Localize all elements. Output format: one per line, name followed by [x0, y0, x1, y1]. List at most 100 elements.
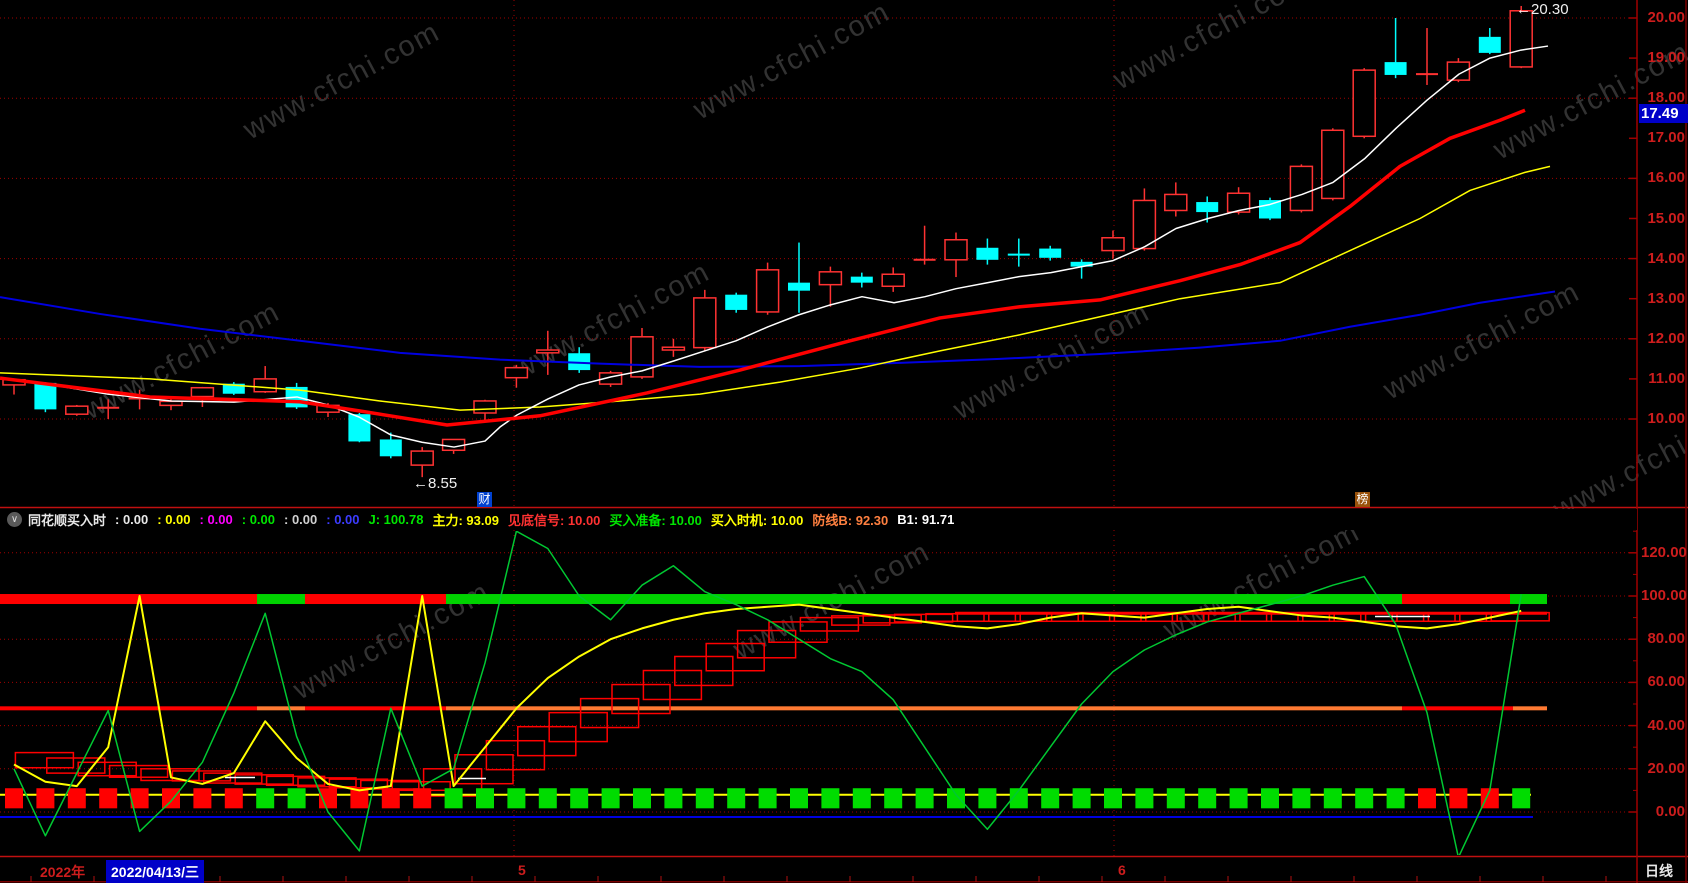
ladder-box: [1333, 612, 1393, 623]
candle-up: [441, 438, 466, 452]
signal-block: [1166, 788, 1185, 809]
indicator-value-field: : 0.00: [157, 512, 191, 527]
indicator-axis-label: 60.00: [1647, 673, 1685, 691]
signal-block: [664, 788, 683, 809]
candle-up: [755, 269, 780, 313]
mid-signal-line: [1513, 706, 1547, 711]
candle-down: [788, 282, 810, 291]
candle-down: [379, 439, 402, 457]
watermark: www.cfchi.com: [237, 16, 445, 147]
price-axis-label: 10.00: [1647, 410, 1685, 427]
signal-block: [476, 788, 494, 809]
signal-block: [193, 788, 212, 809]
signal-block: [1386, 788, 1405, 809]
mid-signal-line: [305, 706, 446, 711]
top-signal-bar: [1402, 594, 1510, 605]
indicator-value-field: : 0.00: [326, 512, 360, 527]
signal-block: [852, 788, 871, 809]
indicator-value-field: B1: 91.71: [897, 512, 955, 527]
signal-block: [978, 788, 997, 809]
chart-canvas[interactable]: www.cfchi.com www.cfchi.com www.cfchi.comw…: [0, 0, 1688, 883]
candle-up: [661, 346, 686, 351]
top-signal-bar: [257, 594, 305, 605]
signal-block: [256, 788, 275, 809]
signal-block: [1512, 788, 1531, 809]
mid-signal-line: [0, 706, 257, 711]
candle-up: [536, 349, 560, 354]
candle-up: [1101, 236, 1125, 252]
signal-block: [1418, 788, 1436, 809]
candle-up: [1164, 193, 1188, 212]
indicator-value-field: 同花顺买入时: [28, 513, 107, 528]
signal-block: [821, 788, 840, 809]
signal-block: [570, 788, 589, 809]
candle-down: [348, 414, 371, 442]
signal-block: [224, 788, 243, 809]
candle-down: [850, 276, 873, 283]
event-marker-tag[interactable]: 榜: [1355, 492, 1370, 507]
period-button[interactable]: 日线: [1645, 861, 1673, 881]
signal-block: [1041, 788, 1060, 809]
price-axis-label: 11.00: [1648, 369, 1685, 387]
signal-block: [162, 788, 180, 809]
indicator-axis-label: 120.00: [1641, 543, 1687, 561]
candle-down: [1039, 248, 1062, 258]
signal-block: [36, 788, 55, 809]
watermark: www.cfchi.com: [1107, 0, 1315, 97]
signal-block: [1292, 788, 1311, 809]
indicator-axis-label: 40.00: [1647, 716, 1685, 734]
event-marker-tag[interactable]: 财: [477, 492, 492, 507]
selected-date-box: 2022/04/13/三: [106, 860, 204, 883]
signal-block: [601, 788, 620, 809]
candle-up: [944, 239, 968, 261]
signal-block: [790, 788, 808, 809]
signal-block: [915, 788, 934, 809]
signal-block: [1229, 788, 1248, 809]
signal-block: [444, 788, 463, 809]
candle-down: [976, 247, 999, 260]
candle-up: [881, 273, 905, 288]
candle-up: [410, 450, 434, 466]
trading-app-window: www.cfchi.com www.cfchi.com www.cfchi.com w…: [0, 0, 1688, 883]
candle-up: [818, 271, 843, 286]
top-signal-bar: [446, 594, 1402, 605]
candle-down: [725, 294, 748, 310]
signal-block: [5, 788, 23, 809]
price-axis-label: 20.00: [1647, 9, 1685, 26]
top-signal-bar: [1510, 594, 1547, 605]
watermark: www.cfchi.com: [1377, 276, 1585, 407]
axis-year-label: 2022年: [40, 864, 86, 880]
indicator-value-field: 防线B: 92.30: [812, 513, 889, 528]
candle-up: [1289, 165, 1314, 212]
candle-up: [473, 400, 497, 414]
indicator-value-field: 买入准备: 10.00: [609, 513, 702, 528]
signal-block: [727, 788, 746, 809]
indicator-value-field: 主力: 93.09: [432, 513, 499, 528]
price-axis-label: 13.00: [1647, 289, 1685, 307]
indicator-value-field: : 0.00: [284, 512, 318, 527]
indicator-value-field: J: 100.78: [368, 512, 424, 527]
price-axis-label: 15.00: [1647, 209, 1685, 227]
top-signal-bar: [305, 594, 446, 605]
collapse-indicator-icon[interactable]: ∨: [7, 512, 22, 527]
candle-up: [1509, 10, 1533, 68]
candle-up: [693, 297, 717, 349]
signal-block: [538, 788, 557, 809]
candle-up: [1321, 129, 1345, 200]
indicator-value-field: 见底信号: 10.00: [507, 513, 601, 528]
candle-down: [1196, 202, 1219, 213]
ladder-box: [14, 751, 75, 769]
candle-down: [34, 382, 57, 410]
signal-block: [758, 788, 777, 809]
signal-block: [67, 788, 86, 809]
indicator-value-field: : 0.00: [241, 512, 276, 527]
signal-block: [1072, 788, 1091, 809]
signal-block: [381, 788, 400, 809]
signal-block: [413, 788, 432, 809]
indicator-header: ∨ 同花顺买入时: 0.00: 0.00: 0.00: 0.00: 0.00: …: [0, 509, 1637, 530]
indicator-axis-label: 80.00: [1647, 630, 1685, 648]
candle-up: [159, 400, 183, 407]
signal-block: [287, 788, 306, 809]
candle-up: [65, 405, 89, 415]
candle-down: [1478, 36, 1501, 53]
